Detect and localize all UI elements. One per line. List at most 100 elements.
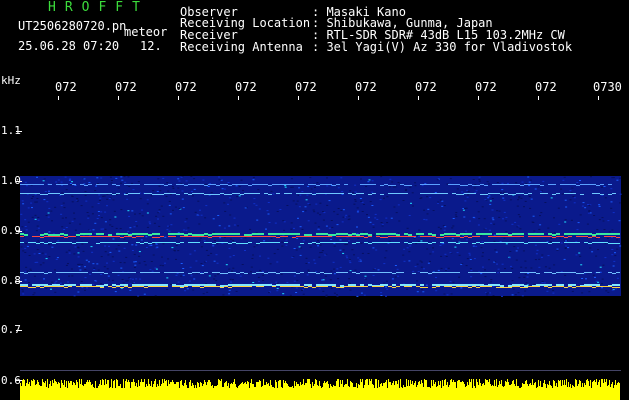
amplitude-bar <box>375 379 376 400</box>
amplitude-bar <box>614 385 615 400</box>
noise-pixel <box>511 294 514 296</box>
amplitude-bar <box>266 382 267 400</box>
signal-line-segment <box>100 285 104 287</box>
signal-line-segment <box>328 193 332 194</box>
signal-line-segment <box>568 286 572 287</box>
signal-line-segment <box>560 284 564 286</box>
noise-pixel <box>84 289 86 291</box>
noise-pixel <box>349 190 352 192</box>
noise-pixel <box>21 290 24 292</box>
amplitude-bar <box>472 388 473 400</box>
amplitude-bar <box>44 383 45 400</box>
amplitude-bar <box>484 385 485 400</box>
noise-pixel <box>463 216 466 218</box>
signal-line-segment <box>220 285 224 287</box>
amplitude-bar <box>291 387 292 400</box>
amplitude-bar <box>584 383 585 400</box>
noise-pixel <box>106 268 109 270</box>
signal-line-segment <box>68 272 72 273</box>
noise-pixel <box>144 264 147 266</box>
signal-line-segment <box>516 284 520 286</box>
noise-pixel <box>504 268 506 270</box>
time-tick-label: 0730 <box>593 80 622 94</box>
signal-line-segment <box>188 194 192 195</box>
noise-pixel <box>69 183 72 184</box>
noise-pixel <box>165 196 168 197</box>
noise-pixel <box>342 252 345 254</box>
signal-line-segment <box>500 233 504 235</box>
signal-line-segment <box>252 184 256 185</box>
signal-line-segment <box>472 185 476 186</box>
amplitude-bar <box>223 387 224 400</box>
signal-line-segment <box>116 185 120 186</box>
noise-pixel <box>578 252 581 254</box>
noise-pixel <box>276 287 279 289</box>
signal-line-segment <box>600 242 604 243</box>
noise-pixel <box>451 227 454 229</box>
noise-pixel <box>406 247 409 249</box>
amplitude-bar <box>618 382 619 400</box>
signal-line-segment <box>556 236 560 237</box>
signal-line-segment <box>180 285 184 287</box>
noise-pixel <box>530 267 533 269</box>
noise-pixel <box>68 222 71 224</box>
amplitude-bar <box>355 387 356 400</box>
signal-line-segment <box>300 272 304 273</box>
amplitude-bar <box>549 381 550 400</box>
amplitude-bar <box>130 388 131 400</box>
signal-line-segment <box>532 272 536 273</box>
signal-line-segment <box>176 194 180 195</box>
signal-line-segment <box>204 272 208 273</box>
noise-pixel <box>209 183 211 184</box>
amplitude-bar <box>362 379 363 400</box>
amplitude-bar <box>345 384 346 400</box>
amplitude-bar <box>188 388 189 400</box>
amplitude-bar <box>89 380 90 400</box>
signal-line-segment <box>588 284 592 286</box>
noise-pixel <box>123 247 126 249</box>
amplitude-bar <box>468 385 469 400</box>
noise-pixel <box>24 219 27 221</box>
signal-line-segment <box>428 273 432 274</box>
noise-pixel <box>148 221 151 223</box>
signal-line-segment <box>148 272 152 273</box>
amplitude-bar <box>306 383 307 400</box>
noise-pixel <box>360 242 363 244</box>
signal-line-segment <box>280 272 284 273</box>
signal-line-segment <box>284 242 288 243</box>
noise-pixel <box>546 290 549 292</box>
y-tick-label: 0.8 <box>1 274 21 287</box>
noise-pixel <box>120 182 122 184</box>
amplitude-bar <box>359 385 360 400</box>
amplitude-bar <box>195 385 196 400</box>
signal-line-segment <box>32 284 36 286</box>
noise-pixel <box>115 248 118 250</box>
signal-line-segment <box>432 242 436 243</box>
amplitude-bar <box>396 381 397 400</box>
noise-pixel <box>349 289 352 291</box>
amplitude-bar <box>311 388 312 400</box>
signal-line-segment <box>144 184 148 185</box>
amplitude-bar <box>433 380 434 400</box>
signal-line-segment <box>40 184 44 185</box>
signal-line-segment <box>260 233 264 235</box>
signal-line-segment <box>72 236 76 237</box>
noise-pixel <box>238 186 241 188</box>
noise-pixel <box>573 202 576 204</box>
noise-pixel <box>113 210 116 212</box>
signal-line-segment <box>564 184 568 185</box>
amplitude-bar <box>300 382 301 400</box>
signal-line-segment <box>264 242 268 243</box>
noise-pixel <box>511 268 514 270</box>
amplitude-bar <box>200 382 201 400</box>
noise-pixel <box>419 260 422 262</box>
noise-pixel <box>285 239 288 241</box>
noise-pixel <box>222 294 225 296</box>
amplitude-bar <box>422 383 423 400</box>
signal-line-segment <box>260 242 264 243</box>
noise-pixel <box>371 191 374 193</box>
signal-line-segment <box>584 184 588 185</box>
amplitude-bar <box>515 386 516 400</box>
signal-line-segment <box>300 286 304 287</box>
signal-line-segment <box>460 233 464 235</box>
